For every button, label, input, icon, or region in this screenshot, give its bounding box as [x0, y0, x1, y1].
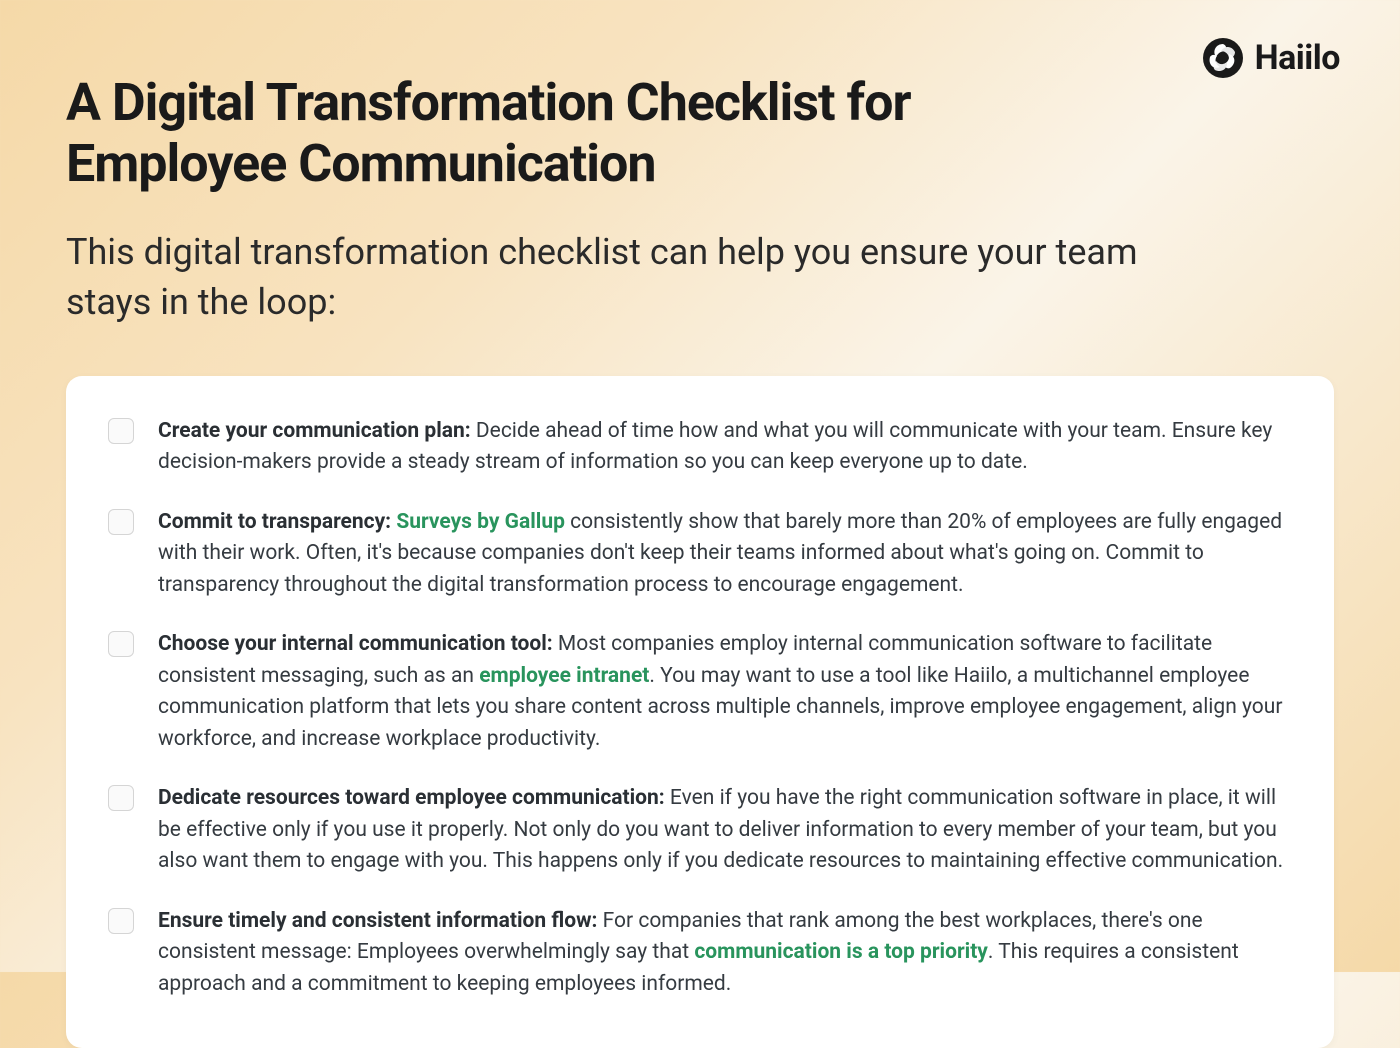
page-subtitle: This digital transformation checklist ca…	[66, 227, 1166, 328]
checklist-item-text: Choose your internal communication tool:…	[158, 629, 1292, 755]
brand-logo: Haiilo	[1203, 38, 1340, 78]
checklist-item: Dedicate resources toward employee commu…	[108, 783, 1292, 878]
checkbox[interactable]	[108, 908, 134, 934]
brand-name: Haiilo	[1255, 38, 1340, 78]
checklist-item: Commit to transparency: Surveys by Gallu…	[108, 507, 1292, 602]
link-communication-priority[interactable]: communication is a top priority	[694, 940, 988, 964]
checklist-item: Choose your internal communication tool:…	[108, 629, 1292, 755]
brand-logo-icon	[1203, 38, 1243, 78]
checkbox[interactable]	[108, 509, 134, 535]
checkbox[interactable]	[108, 631, 134, 657]
item-title: Ensure timely and consistent information…	[158, 909, 597, 933]
checklist-item: Create your communication plan: Decide a…	[108, 416, 1292, 479]
checkbox[interactable]	[108, 418, 134, 444]
header: A Digital Transformation Checklist for E…	[0, 0, 1400, 328]
link-gallup-surveys[interactable]: Surveys by Gallup	[396, 510, 565, 534]
checklist-card: Create your communication plan: Decide a…	[66, 376, 1334, 1048]
item-title: Dedicate resources toward employee commu…	[158, 786, 665, 810]
item-title: Create your communication plan:	[158, 419, 471, 443]
checkbox[interactable]	[108, 785, 134, 811]
item-title: Commit to transparency:	[158, 510, 391, 534]
checklist-item-text: Dedicate resources toward employee commu…	[158, 783, 1292, 878]
checklist-item-text: Create your communication plan: Decide a…	[158, 416, 1292, 479]
checklist-item-text: Commit to transparency: Surveys by Gallu…	[158, 507, 1292, 602]
link-employee-intranet[interactable]: employee intranet	[479, 664, 649, 688]
page-title: A Digital Transformation Checklist for E…	[66, 72, 1086, 195]
item-title: Choose your internal communication tool:	[158, 632, 553, 656]
checklist-item-text: Ensure timely and consistent information…	[158, 906, 1292, 1001]
checklist-item: Ensure timely and consistent information…	[108, 906, 1292, 1001]
